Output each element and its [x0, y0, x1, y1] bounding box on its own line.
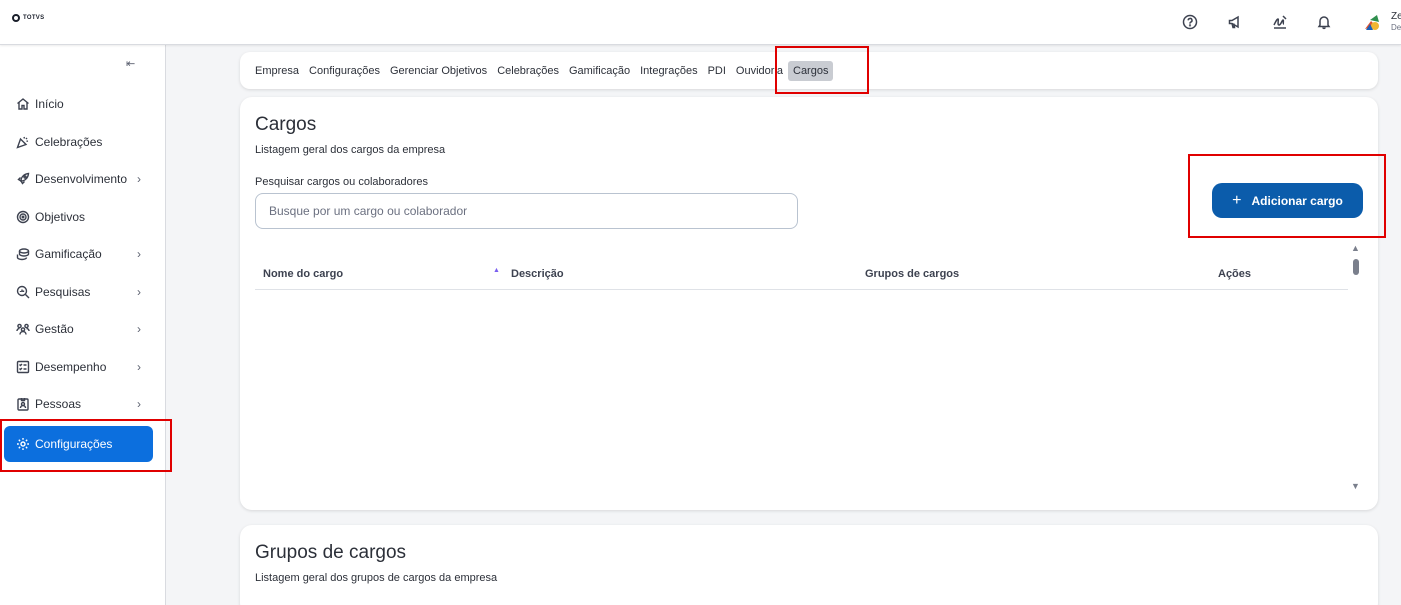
- tab-cargos[interactable]: Cargos: [788, 60, 834, 81]
- sidebar-item-celebracoes[interactable]: Celebrações: [4, 124, 153, 160]
- user-role: De: [1391, 23, 1401, 32]
- sort-ascending-icon[interactable]: ▲: [493, 267, 500, 274]
- bell-icon[interactable]: [1314, 12, 1334, 32]
- tab-configuracoes[interactable]: Configurações: [304, 61, 385, 81]
- collapse-sidebar-icon[interactable]: ⇤: [126, 57, 135, 70]
- chevron-right-icon: ›: [137, 285, 141, 299]
- megaphone-icon[interactable]: [1225, 12, 1245, 32]
- tab-ouvidoria[interactable]: Ouvidoria: [731, 61, 788, 81]
- scroll-thumb[interactable]: [1353, 259, 1359, 275]
- sidebar-item-label: Pessoas: [35, 397, 82, 411]
- logo-text: TOTVS: [23, 15, 45, 21]
- scroll-up-icon[interactable]: ▲: [1351, 243, 1360, 253]
- sidebar-item-pesquisas[interactable]: Pesquisas ›: [4, 274, 153, 310]
- home-icon: [15, 97, 30, 112]
- rocket-icon: [15, 172, 30, 187]
- column-nome-do-cargo[interactable]: Nome do cargo: [263, 268, 343, 280]
- column-acoes: Ações: [1218, 268, 1252, 280]
- column-grupos-de-cargos[interactable]: Grupos de cargos: [865, 268, 959, 280]
- coins-icon: [15, 247, 30, 262]
- sidebar-item-objetivos[interactable]: Objetivos: [4, 199, 153, 235]
- tab-gamificacao[interactable]: Gamificação: [564, 61, 635, 81]
- add-cargo-button[interactable]: + Adicionar cargo: [1212, 183, 1363, 218]
- tab-pdi[interactable]: PDI: [703, 61, 731, 81]
- sidebar-item-label: Gamificação: [35, 247, 102, 261]
- grupos-card: Grupos de cargos Listagem geral dos grup…: [240, 525, 1378, 605]
- help-icon[interactable]: [1180, 12, 1200, 32]
- cargos-subtitle: Listagem geral dos cargos da empresa: [255, 144, 446, 156]
- badge-icon: [15, 397, 30, 412]
- sidebar-item-label: Objetivos: [35, 210, 86, 224]
- sidebar-item-label: Desempenho: [35, 360, 107, 374]
- sidebar-item-configuracoes[interactable]: Configurações: [4, 426, 153, 462]
- sidebar: ⇤ Início Celebrações Desenvolvimento › O…: [0, 45, 166, 605]
- checklist-icon: [15, 360, 30, 375]
- sidebar-item-label: Pesquisas: [35, 285, 91, 299]
- avatar[interactable]: [1361, 12, 1383, 34]
- user-name[interactable]: Ze: [1391, 12, 1401, 22]
- table-scrollbar[interactable]: ▲ ▼: [1350, 243, 1362, 493]
- add-cargo-label: Adicionar cargo: [1251, 193, 1343, 208]
- sidebar-item-inicio[interactable]: Início: [4, 86, 153, 122]
- search-input[interactable]: [255, 193, 798, 229]
- grupos-title: Grupos de cargos: [255, 542, 407, 563]
- target-icon: [15, 210, 30, 225]
- sidebar-item-label: Desenvolvimento: [35, 172, 128, 186]
- sidebar-item-label: Gestão: [35, 322, 74, 336]
- search-label: Pesquisar cargos ou colaboradores: [255, 176, 429, 188]
- cargos-card: Cargos Listagem geral dos cargos da empr…: [240, 97, 1378, 510]
- tab-integracoes[interactable]: Integrações: [635, 61, 702, 81]
- plus-icon: +: [1232, 191, 1242, 209]
- cargos-title: Cargos: [255, 114, 317, 135]
- chevron-right-icon: ›: [137, 247, 141, 261]
- chevron-right-icon: ›: [137, 322, 141, 336]
- sidebar-item-label: Início: [35, 97, 64, 111]
- tab-empresa[interactable]: Empresa: [250, 61, 304, 81]
- logo-ring-icon: [12, 14, 20, 22]
- sidebar-item-desempenho[interactable]: Desempenho ›: [4, 349, 153, 385]
- sidebar-item-desenvolvimento[interactable]: Desenvolvimento ›: [4, 161, 153, 197]
- tab-gerenciar-objetivos[interactable]: Gerenciar Objetivos: [385, 61, 492, 81]
- grupos-subtitle: Listagem geral dos grupos de cargos da e…: [255, 572, 498, 584]
- chevron-right-icon: ›: [137, 397, 141, 411]
- tab-celebracoes[interactable]: Celebrações: [492, 61, 564, 81]
- table-header: Nome do cargo ▲ Descrição Grupos de carg…: [255, 257, 1348, 290]
- sidebar-item-gamificacao[interactable]: Gamificação ›: [4, 236, 153, 272]
- party-icon: [15, 135, 30, 150]
- people-icon: [15, 322, 30, 337]
- top-bar: TOTVS Ze De: [0, 0, 1401, 45]
- chevron-right-icon: ›: [137, 172, 141, 186]
- sidebar-item-pessoas[interactable]: Pessoas ›: [4, 386, 153, 422]
- signature-icon[interactable]: [1270, 12, 1290, 32]
- sidebar-item-label: Configurações: [35, 437, 113, 451]
- search-chart-icon: [15, 285, 30, 300]
- sidebar-item-gestao[interactable]: Gestão ›: [4, 311, 153, 347]
- sidebar-item-label: Celebrações: [35, 135, 103, 149]
- chevron-right-icon: ›: [137, 360, 141, 374]
- table-body: [255, 290, 1348, 490]
- scroll-down-icon[interactable]: ▼: [1351, 481, 1360, 491]
- gear-icon: [15, 437, 30, 452]
- settings-tabs: Empresa Configurações Gerenciar Objetivo…: [240, 52, 1378, 89]
- totvs-logo[interactable]: TOTVS: [12, 14, 44, 22]
- column-descricao[interactable]: Descrição: [511, 268, 564, 280]
